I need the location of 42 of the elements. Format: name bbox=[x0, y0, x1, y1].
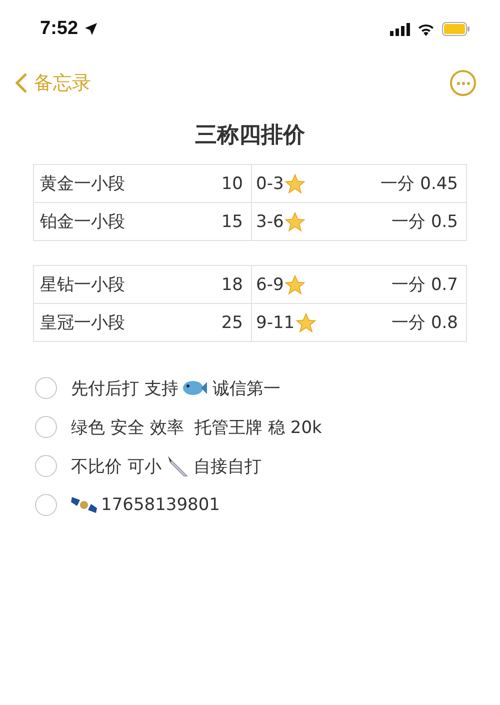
table-cell: 9-11 bbox=[256, 312, 295, 332]
back-button[interactable]: 备忘录 bbox=[14, 70, 91, 96]
table-cell-text: 一分 0.7 bbox=[392, 274, 458, 296]
table-cell: 3-6 bbox=[256, 212, 284, 232]
table-cell-text: 皇冠一小段 bbox=[40, 312, 125, 334]
table-cell-text: 一分 0.5 bbox=[392, 211, 458, 233]
table-cell: 6-9 bbox=[256, 274, 284, 294]
star-icon bbox=[284, 172, 306, 194]
more-button[interactable] bbox=[450, 70, 476, 96]
note-title: 三称四排价 bbox=[194, 122, 306, 150]
table-cell: 15 bbox=[221, 212, 243, 232]
knife-icon bbox=[165, 454, 190, 478]
checklist-text: 17658139801 bbox=[101, 495, 220, 515]
back-chevron-icon bbox=[14, 72, 28, 94]
wifi-icon bbox=[417, 22, 435, 36]
star-icon bbox=[284, 274, 306, 296]
battery-icon bbox=[442, 22, 470, 36]
checklist-circle[interactable] bbox=[35, 494, 57, 516]
checklist-circle[interactable] bbox=[35, 416, 57, 438]
checklist-text: 绿色 安全 效率 托管王牌 稳 20k bbox=[71, 416, 322, 438]
table-cell-text: 星钻一小段 bbox=[40, 274, 125, 296]
fish-icon bbox=[182, 379, 208, 397]
table-cell: 0-3 bbox=[256, 174, 284, 194]
table-cell: 10 bbox=[221, 174, 243, 194]
checklist-text: 诚信第一 bbox=[212, 378, 280, 400]
checklist-circle[interactable] bbox=[35, 377, 57, 399]
table-cell-text: 黄金一小段 bbox=[40, 173, 125, 195]
checklist-circle[interactable] bbox=[35, 455, 57, 477]
signal-icon bbox=[390, 22, 410, 36]
location-arrow-icon bbox=[84, 22, 98, 36]
checklist-text: 自接自打 bbox=[193, 456, 262, 478]
table-cell: 25 bbox=[221, 312, 243, 332]
table-cell: 18 bbox=[221, 274, 243, 294]
checklist-text: 先付后打 支持 bbox=[71, 378, 178, 400]
table-cell-text: 一分 0.45 bbox=[380, 173, 458, 195]
table-cell-text: 一分 0.8 bbox=[392, 312, 458, 334]
checklist-text: 不比价 可小 bbox=[71, 456, 162, 478]
table-cell-text: 铂金一小段 bbox=[40, 211, 125, 233]
satellite-icon bbox=[71, 494, 97, 516]
star-icon bbox=[294, 312, 317, 334]
star-icon bbox=[284, 210, 306, 232]
status-time: 7:52 bbox=[40, 18, 78, 40]
